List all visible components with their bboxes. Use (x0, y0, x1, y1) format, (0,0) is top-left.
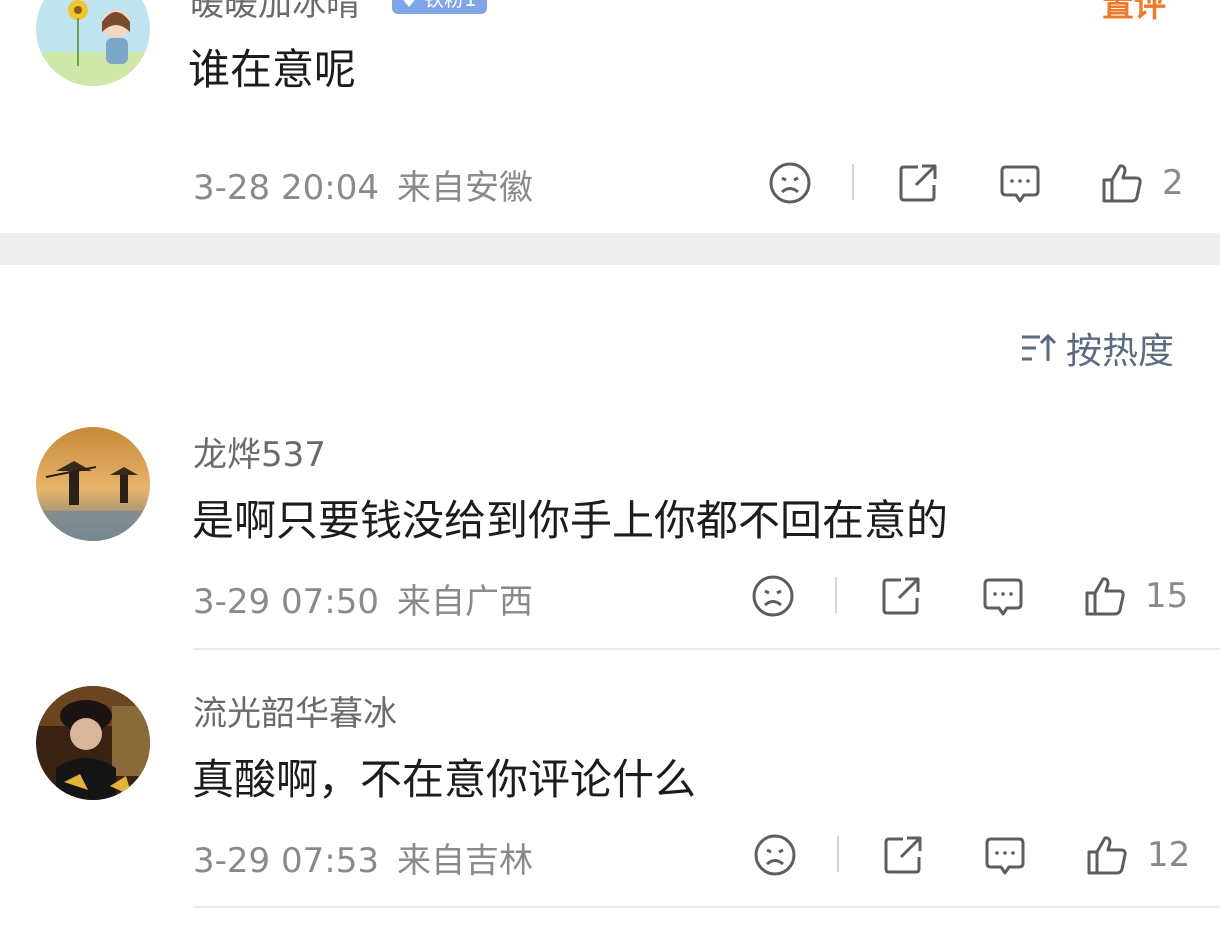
share-icon (884, 836, 922, 874)
diamond-icon (403, 0, 415, 7)
fan-badge: 铁粉1 (392, 0, 487, 14)
comment-bubble-icon (985, 837, 1025, 875)
username[interactable]: 流光韶华暮冰 (193, 686, 397, 735)
share-icon (882, 577, 920, 615)
username[interactable]: 暖暖加冰晴 (190, 0, 360, 25)
share-button[interactable] (881, 830, 925, 880)
sad-face-icon (752, 575, 794, 617)
sort-label: 按热度 (1065, 331, 1174, 372)
comment-bubble-icon (1000, 165, 1040, 203)
divider (835, 577, 837, 613)
comment-page: 暖暖加冰晴 铁粉1 置评 谁在意呢 3-28 20:04来自安徽 (0, 0, 1220, 925)
username[interactable]: 龙烨537 (193, 427, 326, 476)
reply-button[interactable] (998, 158, 1042, 208)
thumbs-up-icon (1085, 577, 1125, 616)
reply-button[interactable] (983, 830, 1027, 880)
avatar[interactable] (36, 686, 150, 800)
sad-face-icon (754, 834, 796, 876)
section-separator (0, 233, 1220, 265)
thumbs-up-icon (1087, 836, 1127, 875)
like-button[interactable]: 2 (1100, 158, 1184, 208)
sort-toggle[interactable]: 按热度 (1020, 322, 1174, 374)
share-icon (899, 164, 937, 202)
share-button[interactable] (896, 158, 940, 208)
comment-bubble-icon (983, 578, 1023, 616)
comment-divider (193, 648, 1220, 650)
dislike-button[interactable] (753, 830, 797, 880)
share-button[interactable] (879, 571, 923, 621)
divider (837, 836, 839, 872)
avatar[interactable] (36, 0, 150, 86)
like-button[interactable]: 15 (1083, 571, 1188, 621)
sad-face-icon (769, 162, 811, 204)
divider (852, 164, 854, 200)
like-button[interactable]: 12 (1085, 830, 1190, 880)
comment-actions: 2 (0, 158, 1220, 208)
avatar[interactable] (36, 427, 150, 541)
dislike-button[interactable] (768, 158, 812, 208)
dislike-button[interactable] (751, 571, 795, 621)
sort-icon (1021, 333, 1057, 361)
badge-label: 铁粉1 (424, 0, 477, 11)
thumbs-up-icon (1102, 164, 1142, 203)
comment-text: 谁在意呢 (188, 45, 357, 94)
pinned-label: 置评 (1102, 0, 1167, 24)
reply-button[interactable] (981, 571, 1025, 621)
like-count: 2 (1162, 163, 1184, 203)
comment-actions: 12 (0, 830, 1220, 880)
like-count: 15 (1145, 576, 1189, 616)
like-count: 12 (1147, 835, 1191, 875)
comment-divider (193, 906, 1220, 908)
comment-actions: 15 (0, 571, 1220, 621)
comment-text: 真酸啊，不在意你评论什么 (192, 755, 697, 804)
comment-text: 是啊只要钱没给到你手上你都不回在意的 (192, 496, 949, 545)
